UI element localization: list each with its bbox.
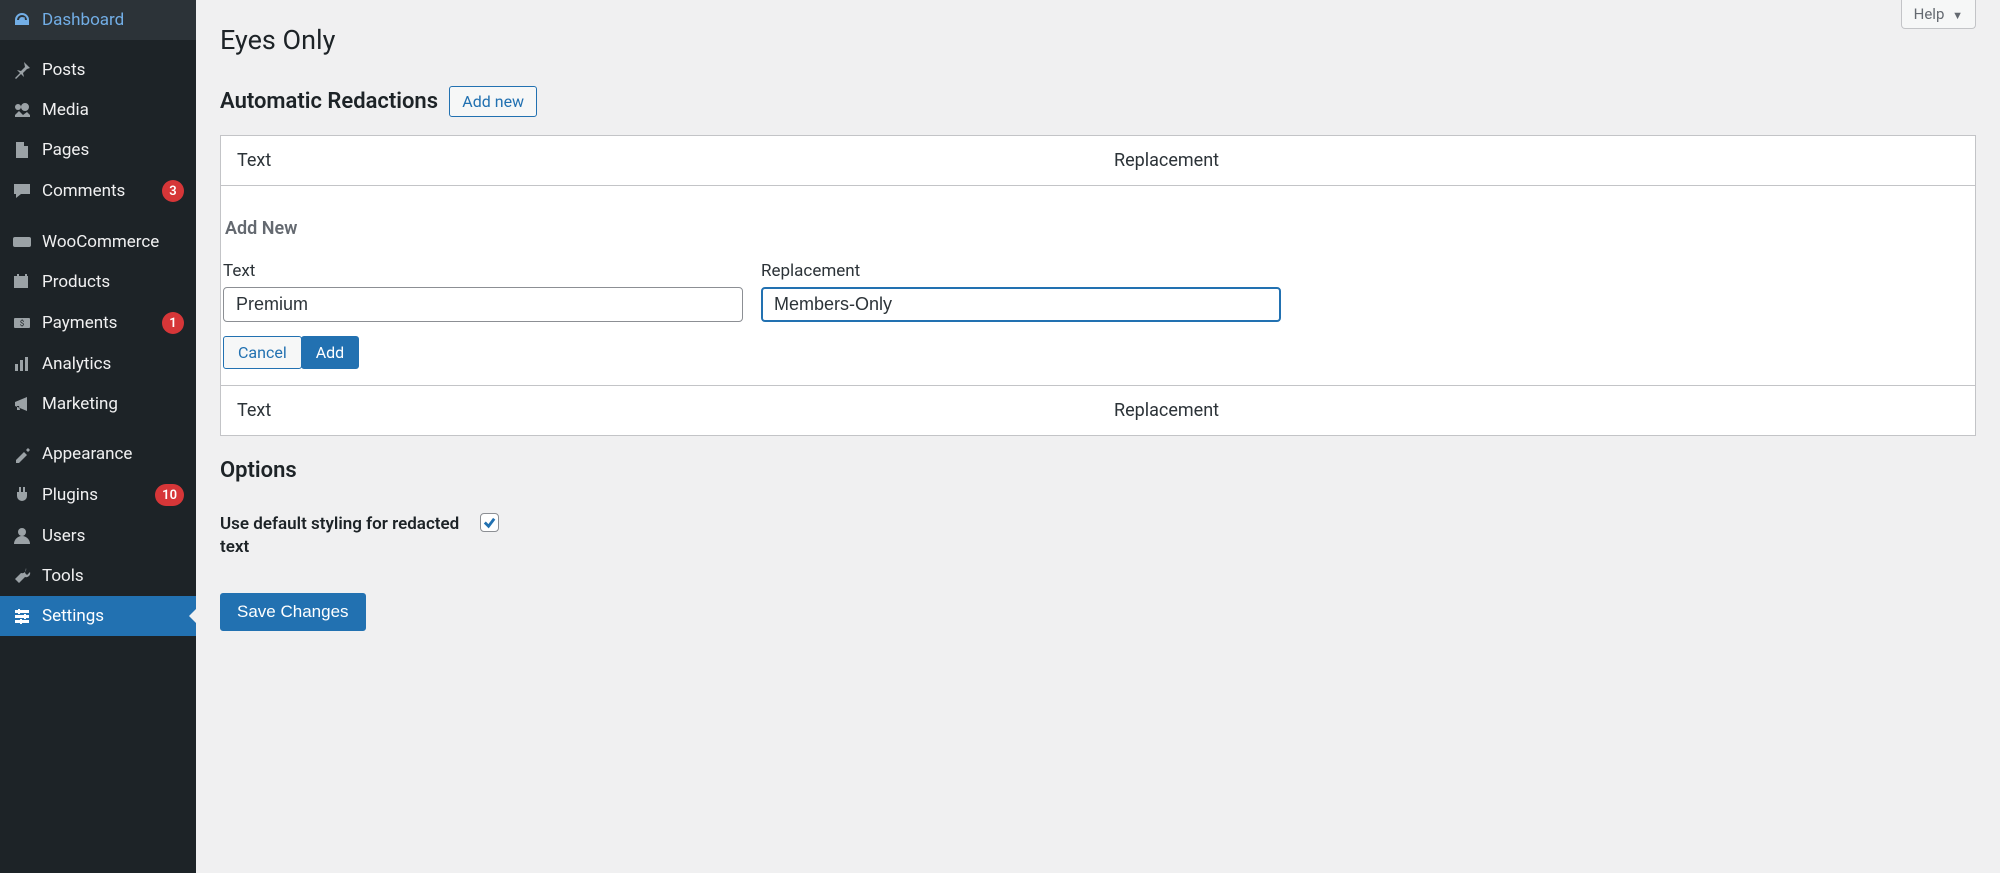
add-new-link[interactable]: Add new	[449, 86, 537, 117]
comments-badge: 3	[162, 180, 184, 202]
sidebar-item-label: Posts	[42, 60, 184, 80]
user-icon	[12, 526, 32, 546]
sidebar-item-tools[interactable]: Tools	[0, 556, 196, 596]
add-new-heading: Add New	[223, 202, 1973, 261]
payments-badge: 1	[162, 312, 184, 334]
sidebar-item-payments[interactable]: $ Payments 1	[0, 302, 196, 344]
sidebar-item-comments[interactable]: Comments 3	[0, 170, 196, 212]
sidebar-item-woocommerce[interactable]: WooCommerce	[0, 222, 196, 262]
sidebar-item-media[interactable]: Media	[0, 90, 196, 130]
text-field-label: Text	[223, 261, 743, 281]
sidebar-item-label: Payments	[42, 313, 156, 333]
sidebar-item-appearance[interactable]: Appearance	[0, 434, 196, 474]
settings-icon	[12, 606, 32, 626]
sidebar-item-label: WooCommerce	[42, 232, 184, 252]
plugin-icon	[12, 485, 32, 505]
sidebar-item-label: Dashboard	[42, 10, 184, 30]
replacement-input[interactable]	[761, 287, 1281, 322]
page-icon	[12, 140, 32, 160]
sidebar-item-label: Products	[42, 272, 184, 292]
dropdown-triangle-icon: ▼	[1952, 9, 1963, 22]
help-tab[interactable]: Help ▼	[1901, 0, 1976, 29]
svg-text:$: $	[20, 319, 25, 328]
options-section-title: Options	[220, 458, 1976, 483]
replacement-field-label: Replacement	[761, 261, 1281, 281]
comment-icon	[12, 181, 32, 201]
tool-icon	[12, 566, 32, 586]
sidebar-item-label: Settings	[42, 606, 184, 626]
save-changes-button[interactable]: Save Changes	[220, 593, 366, 631]
analytics-icon	[12, 354, 32, 374]
appearance-icon	[12, 444, 32, 464]
sidebar-item-label: Appearance	[42, 444, 184, 464]
col-text-header: Text	[221, 136, 1099, 186]
redactions-section-title: Automatic Redactions	[220, 89, 438, 114]
page-title: Eyes Only	[220, 10, 1976, 66]
sidebar-item-analytics[interactable]: Analytics	[0, 344, 196, 384]
current-arrow-icon	[181, 608, 197, 624]
text-input[interactable]	[223, 287, 743, 322]
admin-sidebar: Dashboard Posts Media Pages Comments 3 W…	[0, 0, 196, 873]
cancel-button[interactable]: Cancel	[223, 336, 302, 369]
sidebar-item-label: Media	[42, 100, 184, 120]
sidebar-item-settings[interactable]: Settings	[0, 596, 196, 636]
default-styling-label: Use default styling for redacted text	[220, 513, 480, 559]
media-icon	[12, 100, 32, 120]
product-icon	[12, 272, 32, 292]
woo-icon	[12, 232, 32, 252]
default-styling-checkbox[interactable]	[480, 513, 499, 532]
check-icon	[482, 515, 497, 530]
payment-icon: $	[12, 313, 32, 333]
sidebar-item-label: Pages	[42, 140, 184, 160]
sidebar-item-marketing[interactable]: Marketing	[0, 384, 196, 424]
col-replacement-footer: Replacement	[1098, 386, 1976, 436]
help-label: Help	[1914, 5, 1945, 23]
sidebar-item-label: Tools	[42, 566, 184, 586]
main-content: Help ▼ Eyes Only Automatic Redactions Ad…	[196, 0, 2000, 873]
sidebar-item-users[interactable]: Users	[0, 516, 196, 556]
sidebar-item-dashboard[interactable]: Dashboard	[0, 0, 196, 40]
sidebar-item-label: Analytics	[42, 354, 184, 374]
sidebar-item-plugins[interactable]: Plugins 10	[0, 474, 196, 516]
sidebar-item-posts[interactable]: Posts	[0, 50, 196, 90]
sidebar-item-pages[interactable]: Pages	[0, 130, 196, 170]
col-replacement-header: Replacement	[1098, 136, 1976, 186]
col-text-footer: Text	[221, 386, 1099, 436]
redactions-table: Text Replacement Add New Text	[220, 135, 1976, 436]
dashboard-icon	[12, 10, 32, 30]
plugins-badge: 10	[155, 484, 184, 506]
sidebar-item-label: Marketing	[42, 394, 184, 414]
sidebar-item-label: Plugins	[42, 485, 149, 505]
sidebar-item-label: Users	[42, 526, 184, 546]
pin-icon	[12, 60, 32, 80]
sidebar-item-label: Comments	[42, 181, 156, 201]
marketing-icon	[12, 394, 32, 414]
sidebar-item-products[interactable]: Products	[0, 262, 196, 302]
add-button[interactable]: Add	[301, 336, 359, 369]
add-new-form: Add New Text Replacement	[223, 186, 1973, 385]
